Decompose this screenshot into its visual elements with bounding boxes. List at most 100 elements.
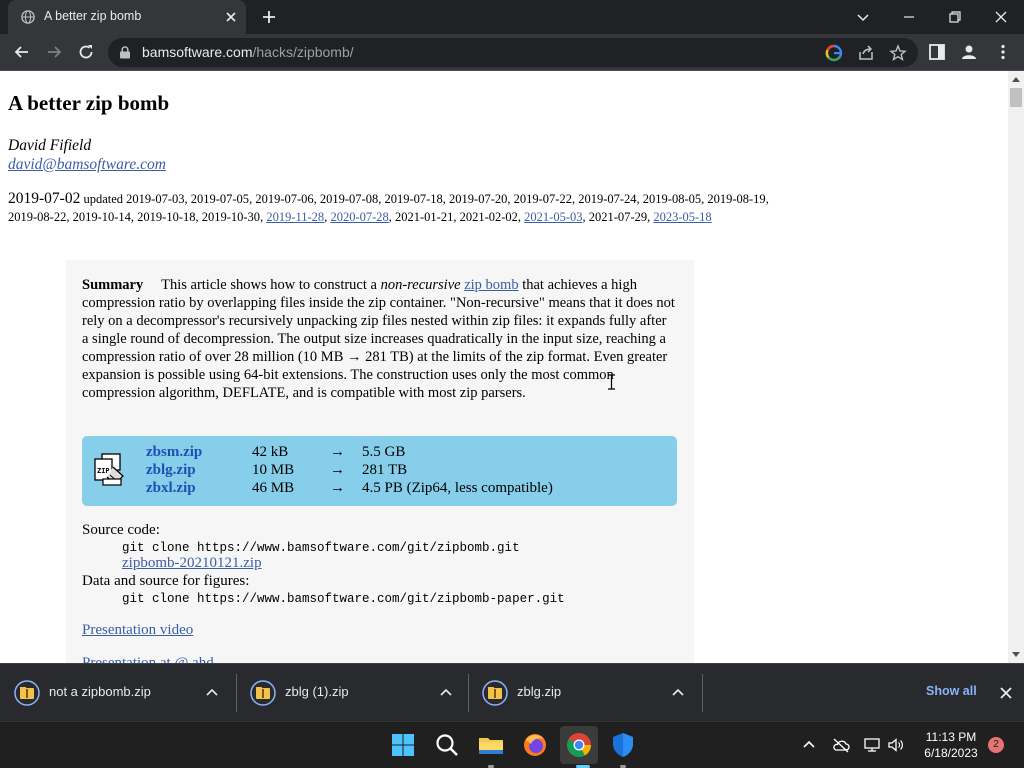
expanded-size: 281 TB [362,462,408,478]
volume-speaker-icon[interactable] [887,736,905,754]
chevron-up-icon[interactable] [206,687,218,697]
update-date: 2019-07-03 [126,192,185,206]
chrome-icon[interactable] [565,731,593,759]
window-close-icon[interactable] [991,7,1011,27]
google-lens-icon[interactable] [825,44,843,62]
url-host: bamsoftware.com [142,44,253,60]
summary-text-1: This article shows how to construct a [161,277,381,293]
restore-icon[interactable] [945,7,965,27]
tab-a-better-zip-bomb[interactable]: A better zip bomb [8,0,246,34]
download-filename: zblg.zip [517,684,562,699]
clock-date[interactable]: 6/18/2023 [920,746,982,760]
arrow: → [330,480,345,496]
windows-taskbar: 11:13 PM 6/18/2023 2 [0,721,1024,768]
clock-time[interactable]: 11:13 PM [920,730,982,744]
chevron-up-icon[interactable] [440,687,452,697]
download-item-zblg[interactable]: zblg.zip [468,664,702,722]
update-date: 2019-07-18 [384,192,443,206]
summary-label: Summary [82,277,144,293]
zip-bomb-link[interactable]: zip bomb [464,277,518,293]
update-date: 2019-07-06 [255,192,314,206]
reload-icon[interactable] [76,42,96,62]
presentation-video-link[interactable]: Presentation video [82,622,193,639]
search-icon[interactable] [433,731,461,759]
tab-search-chevron-icon[interactable] [853,7,873,27]
tab-title: A better zip bomb [44,9,142,23]
tab-strip: A better zip bomb [0,0,1024,34]
zip-archive-icon: ZIP [94,453,124,486]
summary-paragraph: Summary This article shows how to constr… [82,276,676,402]
file-link-zblg[interactable]: zblg.zip [146,462,196,479]
update-date-link[interactable]: 2021-05-03 [524,210,582,224]
update-date: 2019-07-08 [319,192,379,206]
minimize-icon[interactable] [899,7,919,27]
new-tab-plus-icon[interactable] [261,9,277,25]
update-date-link[interactable]: 2020-07-28 [330,210,388,224]
presentation-link[interactable]: Presentation at @ ahd [82,655,214,663]
update-date-link[interactable]: 2023-05-18 [653,210,711,224]
download-shelf: not a zipbomb.zip zblg (1).zip zblg.zip [0,663,1024,721]
shelf-divider [702,674,703,712]
firefox-icon[interactable] [521,731,549,759]
windows-security-shield-icon[interactable] [609,731,637,759]
scrollbar-thumb[interactable] [1010,88,1022,107]
file-link-zbxl[interactable]: zbxl.zip [146,480,196,497]
windows-start-icon[interactable] [389,731,417,759]
web-page: A better zip bomb David Fifield david@ba… [0,71,1008,663]
page-scrollbar[interactable] [1008,71,1024,663]
source-code-label: Source code: [82,522,160,538]
browser-toolbar: bamsoftware.com/hacks/zipbomb/ [0,34,1024,71]
update-date: 2019-07-22 [513,192,572,206]
side-panel-icon[interactable] [928,43,946,61]
bookmark-star-icon[interactable] [889,44,907,62]
show-all-downloads-button[interactable]: Show all [926,684,977,698]
update-date: 2019-10-18 [137,210,196,224]
author-name: David Fifield [8,137,92,154]
close-tab-icon[interactable] [224,10,238,24]
svg-text:ZIP: ZIP [97,467,110,475]
update-date-link[interactable]: 2019-11-28 [266,210,324,224]
download-filename: zblg (1).zip [285,684,349,699]
url-text[interactable]: bamsoftware.com/hacks/zipbomb/ [142,44,354,60]
kebab-menu-icon[interactable] [994,43,1012,61]
source-zip-link[interactable]: zipbomb-20210121.zip [122,555,262,572]
download-files-panel: ZIP zbsm.zip 42 kB → 5.5 GB zblg.zip 10 … [82,436,677,506]
page-title: A better zip bomb [8,91,170,115]
update-date: 2019-07-20 [449,192,508,206]
update-date: 2021-01-21 [395,210,454,224]
data-git-command: git clone https://www.bamsoftware.com/gi… [122,592,565,606]
summary-text-2: that achieves a high compression ratio b… [82,277,675,401]
published-date: 2019-07-02 [8,190,81,207]
expanded-size: 4.5 PB (Zip64, less compatible) [362,480,553,496]
scroll-up-arrow-icon[interactable] [1012,77,1020,82]
update-date: 2019-08-19 [707,192,766,206]
file-link-zbsm[interactable]: zbsm.zip [146,444,202,461]
address-bar[interactable]: bamsoftware.com/hacks/zipbomb/ [108,38,918,67]
file-size: 10 MB [252,462,295,478]
update-date: 2019-08-22 [8,210,67,224]
file-explorer-icon[interactable] [477,731,505,759]
scroll-down-arrow-icon[interactable] [1012,652,1020,657]
expanded-size: 5.5 GB [362,444,406,460]
updated-label: updated [83,192,124,206]
date-history: 2019-07-02 updated 2019-07-03, 2019-07-0… [8,190,788,226]
author-email-link[interactable]: david@bamsoftware.com [8,156,166,174]
share-icon[interactable] [857,44,875,62]
back-arrow-icon[interactable] [12,42,32,62]
update-date: 2021-02-02 [459,210,518,224]
profile-avatar-icon[interactable] [960,43,978,61]
close-shelf-icon[interactable] [999,686,1013,700]
download-item-zblg-1[interactable]: zblg (1).zip [236,664,468,722]
chevron-up-icon[interactable] [672,687,684,697]
update-dates-list: 2019-07-03, 2019-07-05, 2019-07-06, 2019… [8,192,769,224]
lock-icon[interactable] [119,46,131,59]
show-hidden-icons-chevron-icon[interactable] [800,736,818,754]
update-date: 2019-10-30 [201,210,261,224]
file-size: 46 MB [252,480,295,496]
notification-count-badge[interactable]: 2 [988,737,1004,753]
update-date: 2019-10-14 [72,210,131,224]
forward-arrow-icon[interactable] [44,42,64,62]
network-icon[interactable] [863,736,881,754]
onedrive-cloud-icon[interactable] [832,736,850,754]
download-item-not-a-zipbomb[interactable]: not a zipbomb.zip [0,664,236,722]
